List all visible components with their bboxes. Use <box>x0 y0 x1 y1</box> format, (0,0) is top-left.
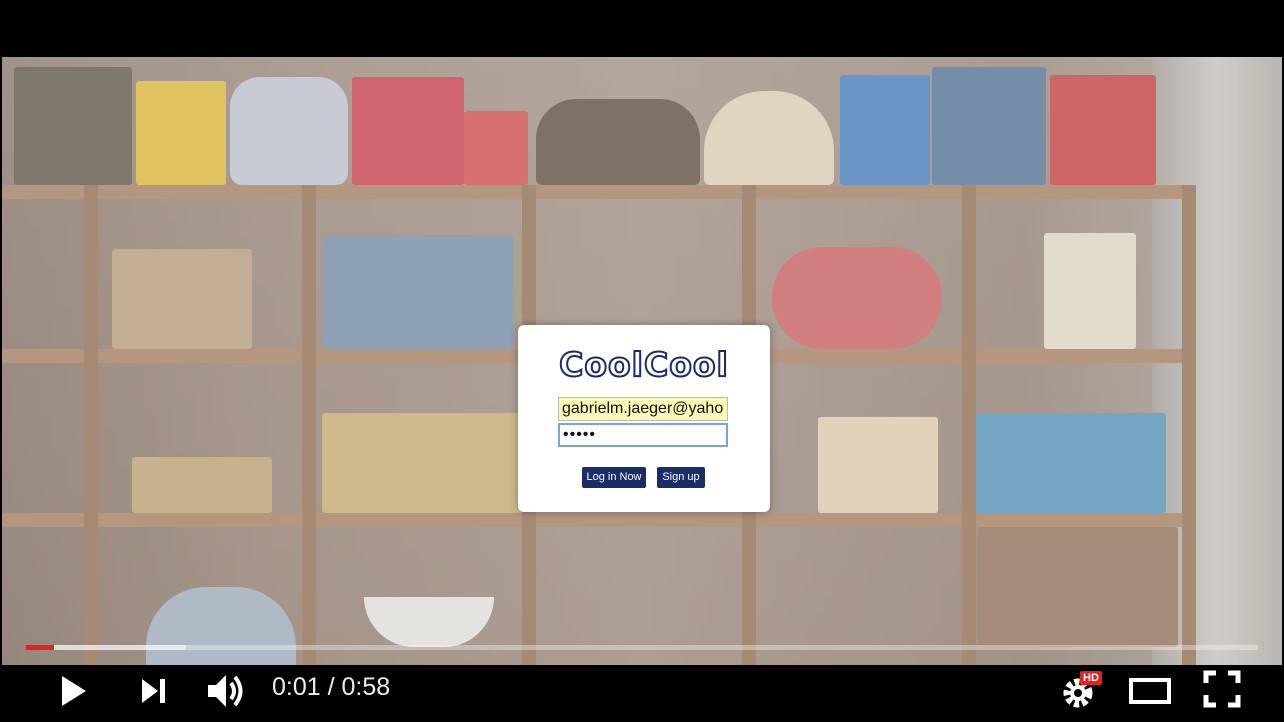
time-separator: / <box>320 673 342 701</box>
control-bar: 0:01 / 0:58 HD <box>0 665 1284 722</box>
time-display: 0:01 / 0:58 <box>272 671 390 703</box>
progress-bar[interactable] <box>26 645 1258 650</box>
next-icon[interactable] <box>138 673 170 709</box>
current-time: 0:01 <box>272 673 321 701</box>
hd-badge: HD <box>1080 671 1102 685</box>
signup-button[interactable]: Sign up <box>657 467 705 488</box>
email-field[interactable] <box>558 397 728 421</box>
volume-icon[interactable] <box>204 669 248 713</box>
login-card: CoolCool Log in Now Sign up <box>518 325 770 512</box>
login-button[interactable]: Log in Now <box>582 467 646 488</box>
play-icon[interactable] <box>58 671 90 711</box>
password-field[interactable] <box>558 423 728 447</box>
app-logo: CoolCool <box>558 344 729 385</box>
video-frame[interactable]: CoolCool Log in Now Sign up <box>2 57 1282 665</box>
played-bar <box>26 645 55 650</box>
theater-mode-icon[interactable] <box>1128 673 1172 709</box>
duration: 0:58 <box>341 673 391 701</box>
fullscreen-icon[interactable] <box>1202 669 1242 709</box>
video-player: CoolCool Log in Now Sign up 0:01 / 0:58 <box>0 0 1284 722</box>
